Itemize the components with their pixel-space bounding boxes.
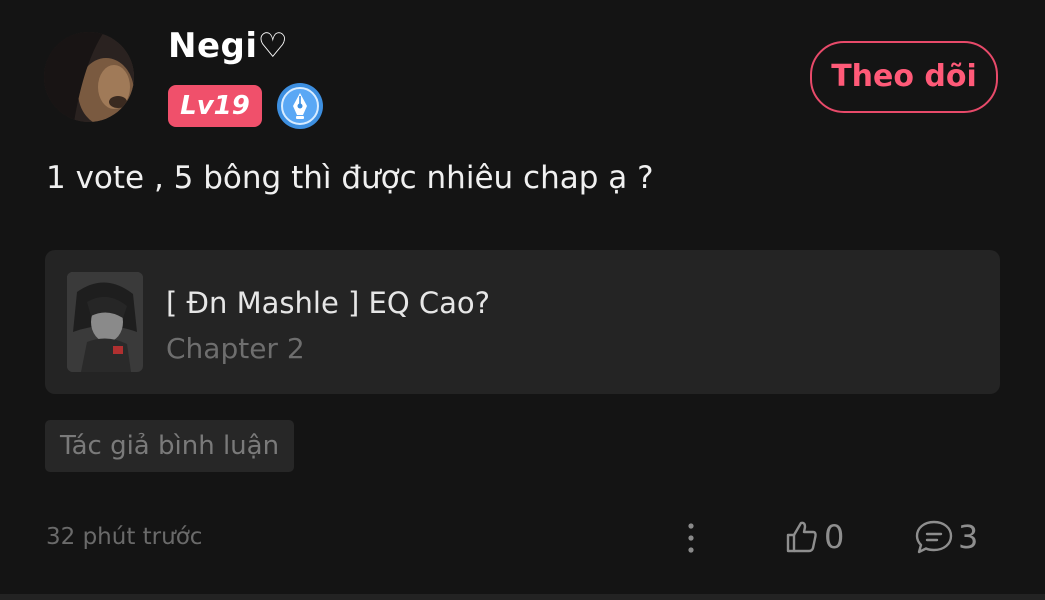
like-count: 0 (824, 518, 845, 556)
thumbs-up-icon (786, 521, 817, 553)
level-badge: Lv19 (168, 85, 262, 127)
divider (0, 594, 1045, 600)
author-comment-tag: Tác giả bình luận (45, 420, 295, 472)
author-name[interactable]: Negi♡ (168, 26, 289, 66)
avatar[interactable] (44, 32, 134, 122)
avatar-image (44, 32, 134, 122)
comment-post: Negi♡ Lv19 Theo dõi 1 vote , 5 bông thì … (0, 0, 1045, 600)
pen-nib-icon (276, 82, 324, 130)
story-card[interactable]: [ Đn Mashle ] EQ Cao? Chapter 2 (45, 250, 1000, 394)
more-options-button[interactable] (676, 518, 706, 558)
comment-count: 3 (958, 518, 979, 556)
more-vertical-icon (688, 523, 694, 553)
follow-button[interactable]: Theo dõi (810, 41, 998, 113)
story-title: [ Đn Mashle ] EQ Cao? (166, 286, 491, 320)
chat-bubble-icon (915, 520, 953, 554)
post-text: 1 vote , 5 bông thì được nhiêu chap ạ ? (46, 160, 654, 196)
story-cover-image (67, 272, 143, 372)
story-chapter: Chapter 2 (166, 332, 305, 365)
timestamp: 32 phút trước (46, 524, 203, 550)
comment-button[interactable]: 3 (914, 514, 978, 560)
like-button[interactable]: 0 (784, 514, 844, 560)
